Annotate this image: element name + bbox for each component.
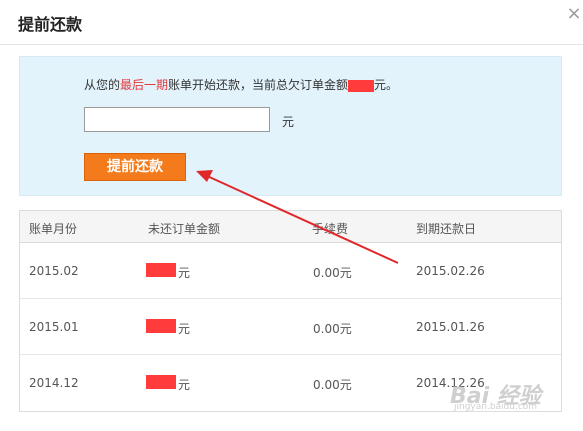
watermark-url: jingyan.baidu.com xyxy=(454,402,538,412)
annotation-arrow-head xyxy=(196,170,213,182)
annotation-arrow xyxy=(196,170,399,264)
annotation-arrow-line xyxy=(204,174,399,264)
prepayment-dialog: 提前还款 × 从您的最后一期账单开始还款，当前总欠订单金额 元。 元 提前还款 账… xyxy=(0,0,583,431)
watermark-logo: Bai 经验 jingyan.baidu.com xyxy=(450,378,570,418)
